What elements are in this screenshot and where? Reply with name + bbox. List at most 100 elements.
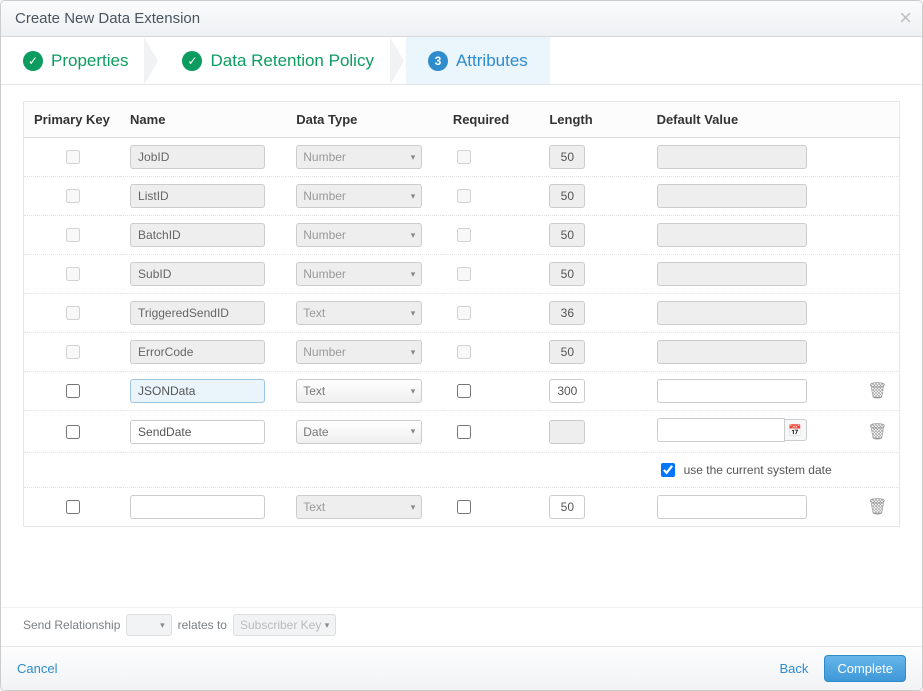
- name-input: [130, 262, 265, 286]
- table-row: Number▾: [24, 177, 900, 216]
- default-value-input[interactable]: [657, 495, 807, 519]
- send-relationship-row: Send Relationship ▾ relates to Subscribe…: [1, 607, 922, 646]
- name-input: [130, 340, 265, 364]
- use-current-date-label: use the current system date: [684, 463, 832, 477]
- col-data-type: Data Type: [286, 102, 443, 138]
- table-row: Number▾: [24, 255, 900, 294]
- relates-to-label: relates to: [178, 618, 227, 632]
- required-checkbox[interactable]: [457, 228, 471, 242]
- required-checkbox[interactable]: [457, 500, 471, 514]
- name-input[interactable]: [130, 379, 265, 403]
- default-value-input: [657, 184, 807, 208]
- complete-button[interactable]: Complete: [824, 655, 906, 682]
- step-number-badge: 3: [428, 51, 448, 71]
- length-input: [549, 262, 585, 286]
- data-type-select: Number▾: [296, 262, 422, 286]
- table-row: Date▾ 📅 🗑: [24, 411, 900, 453]
- length-input[interactable]: [549, 379, 585, 403]
- check-icon: ✓: [182, 51, 202, 71]
- attributes-table: Primary Key Name Data Type Required Leng…: [23, 101, 900, 527]
- table-row: Number▾: [24, 333, 900, 372]
- step-data-retention[interactable]: ✓ Data Retention Policy: [160, 37, 395, 84]
- use-current-date-checkbox[interactable]: [661, 463, 675, 477]
- length-input[interactable]: [549, 420, 585, 444]
- relationship-field-select[interactable]: ▾: [126, 614, 171, 636]
- name-input: [130, 223, 265, 247]
- length-input: [549, 184, 585, 208]
- default-value-input: [657, 301, 807, 325]
- chevron-down-icon: ▾: [160, 620, 165, 631]
- length-input[interactable]: [549, 495, 585, 519]
- required-checkbox[interactable]: [457, 425, 471, 439]
- default-value-input: [657, 262, 807, 286]
- table-row: Number▾: [24, 216, 900, 255]
- data-type-select: Text▾: [296, 495, 422, 519]
- data-type-select: Number▾: [296, 145, 422, 169]
- modal-body: Primary Key Name Data Type Required Leng…: [1, 85, 922, 607]
- chevron-right-icon: [144, 37, 158, 85]
- name-input[interactable]: [130, 420, 265, 444]
- col-length: Length: [539, 102, 646, 138]
- back-button[interactable]: Back: [779, 661, 808, 676]
- primary-key-checkbox[interactable]: [66, 189, 80, 203]
- table-row: Text▾ 🗑: [24, 372, 900, 411]
- default-value-input: [657, 340, 807, 364]
- chevron-down-icon: ▾: [411, 308, 416, 319]
- primary-key-checkbox[interactable]: [66, 228, 80, 242]
- cancel-button[interactable]: Cancel: [17, 661, 57, 676]
- required-checkbox[interactable]: [457, 345, 471, 359]
- step-properties[interactable]: ✓ Properties: [1, 37, 150, 84]
- primary-key-checkbox[interactable]: [66, 267, 80, 281]
- primary-key-checkbox[interactable]: [66, 500, 80, 514]
- primary-key-checkbox[interactable]: [66, 150, 80, 164]
- calendar-icon[interactable]: 📅: [785, 419, 807, 441]
- col-required: Required: [443, 102, 540, 138]
- length-input: [549, 145, 585, 169]
- trash-icon[interactable]: 🗑: [867, 424, 887, 441]
- default-date-input[interactable]: [657, 418, 785, 442]
- length-input: [549, 301, 585, 325]
- data-type-select[interactable]: Date▾: [296, 420, 422, 444]
- modal-create-data-extension: Create New Data Extension × ✓ Properties…: [0, 0, 923, 691]
- required-checkbox[interactable]: [457, 384, 471, 398]
- chevron-down-icon: ▾: [411, 386, 416, 397]
- chevron-down-icon: ▾: [411, 426, 416, 437]
- required-checkbox[interactable]: [457, 150, 471, 164]
- table-row: Number▾: [24, 138, 900, 177]
- trash-icon[interactable]: 🗑: [867, 383, 887, 400]
- wizard-steps: ✓ Properties ✓ Data Retention Policy 3 A…: [1, 37, 922, 85]
- required-checkbox[interactable]: [457, 267, 471, 281]
- col-default-value: Default Value: [647, 102, 856, 138]
- primary-key-checkbox[interactable]: [66, 345, 80, 359]
- chevron-down-icon: ▾: [325, 620, 330, 631]
- step-attributes[interactable]: 3 Attributes: [406, 37, 550, 84]
- chevron-down-icon: ▾: [411, 152, 416, 163]
- use-current-date-option[interactable]: use the current system date: [657, 460, 832, 480]
- data-type-select: Number▾: [296, 340, 422, 364]
- default-value-input[interactable]: [657, 379, 807, 403]
- close-icon[interactable]: ×: [899, 7, 912, 29]
- data-type-select: Number▾: [296, 184, 422, 208]
- data-type-select: Number▾: [296, 223, 422, 247]
- data-type-select: Text▾: [296, 301, 422, 325]
- length-input: [549, 223, 585, 247]
- trash-icon[interactable]: 🗑: [867, 499, 887, 516]
- col-actions: [856, 102, 900, 138]
- table-row: Text▾ 🗑: [24, 488, 900, 527]
- step-label: Attributes: [456, 51, 528, 71]
- name-input[interactable]: [130, 495, 265, 519]
- required-checkbox[interactable]: [457, 306, 471, 320]
- relationship-target-select[interactable]: Subscriber Key ▾: [233, 614, 336, 636]
- chevron-down-icon: ▾: [411, 269, 416, 280]
- primary-key-checkbox[interactable]: [66, 425, 80, 439]
- default-value-input: [657, 145, 807, 169]
- send-relationship-label: Send Relationship: [23, 618, 120, 632]
- required-checkbox[interactable]: [457, 189, 471, 203]
- primary-key-checkbox[interactable]: [66, 384, 80, 398]
- col-primary-key: Primary Key: [24, 102, 121, 138]
- table-row: Text▾: [24, 294, 900, 333]
- primary-key-checkbox[interactable]: [66, 306, 80, 320]
- data-type-select[interactable]: Text▾: [296, 379, 422, 403]
- name-input: [130, 301, 265, 325]
- col-name: Name: [120, 102, 286, 138]
